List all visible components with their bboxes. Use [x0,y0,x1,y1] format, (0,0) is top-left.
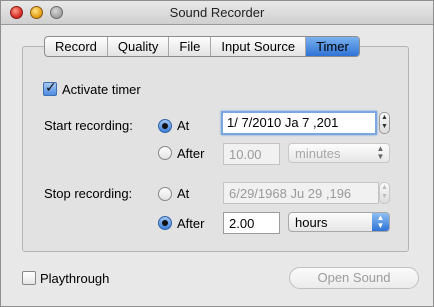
playthrough-label[interactable]: Playthrough [40,271,109,286]
start-after-unit-value: minutes [295,146,341,161]
tab-record[interactable]: Record [45,37,108,56]
start-after-label[interactable]: After [177,146,204,161]
stop-after-unit-popup[interactable]: hours ▲ ▼ [288,212,390,232]
tab-input-source[interactable]: Input Source [211,37,307,56]
stop-after-unit-value: hours [295,215,328,230]
playthrough-checkbox[interactable] [22,271,36,285]
tab-bar: Record Quality File Input Source Timer [44,36,360,57]
start-recording-label: Start recording: [44,118,133,133]
activate-timer-checkbox[interactable]: ✓ [43,79,57,96]
tab-timer[interactable]: Timer [306,37,359,56]
stop-at-label[interactable]: At [177,186,189,201]
stop-after-radio[interactable] [158,216,172,230]
stop-after-label[interactable]: After [177,216,204,231]
open-sound-button[interactable]: Open Sound [289,267,419,289]
title-bar[interactable]: Sound Recorder [1,1,433,25]
start-after-radio[interactable] [158,146,172,160]
tab-quality[interactable]: Quality [108,37,170,56]
tab-file[interactable]: File [169,37,212,56]
stop-at-radio[interactable] [158,187,172,201]
start-after-unit-popup[interactable]: minutes ▲ ▼ [288,143,390,163]
start-date-field[interactable]: 1/ 7/2010 Ja 7 ,201 [221,111,377,135]
checkmark-icon: ✓ [45,79,57,95]
stop-date-stepper[interactable]: ▲ ▼ [379,182,390,204]
popup-arrows-icon: ▲ ▼ [372,213,389,231]
popup-arrows-icon: ▲ ▼ [376,144,385,161]
stop-after-amount-field[interactable]: 2.00 [223,212,280,234]
start-at-radio[interactable] [158,119,172,133]
stop-recording-label: Stop recording: [44,186,133,201]
start-at-label[interactable]: At [177,118,189,133]
stop-date-field[interactable]: 6/29/1968 Ju 29 ,196 [223,182,379,204]
activate-timer-label[interactable]: Activate timer [62,82,141,97]
start-date-stepper[interactable]: ▲ ▼ [379,112,390,134]
sound-recorder-window: Sound Recorder Record Quality File Input… [0,0,434,307]
window-title: Sound Recorder [169,5,265,20]
start-after-amount-field[interactable]: 10.00 [223,143,280,165]
